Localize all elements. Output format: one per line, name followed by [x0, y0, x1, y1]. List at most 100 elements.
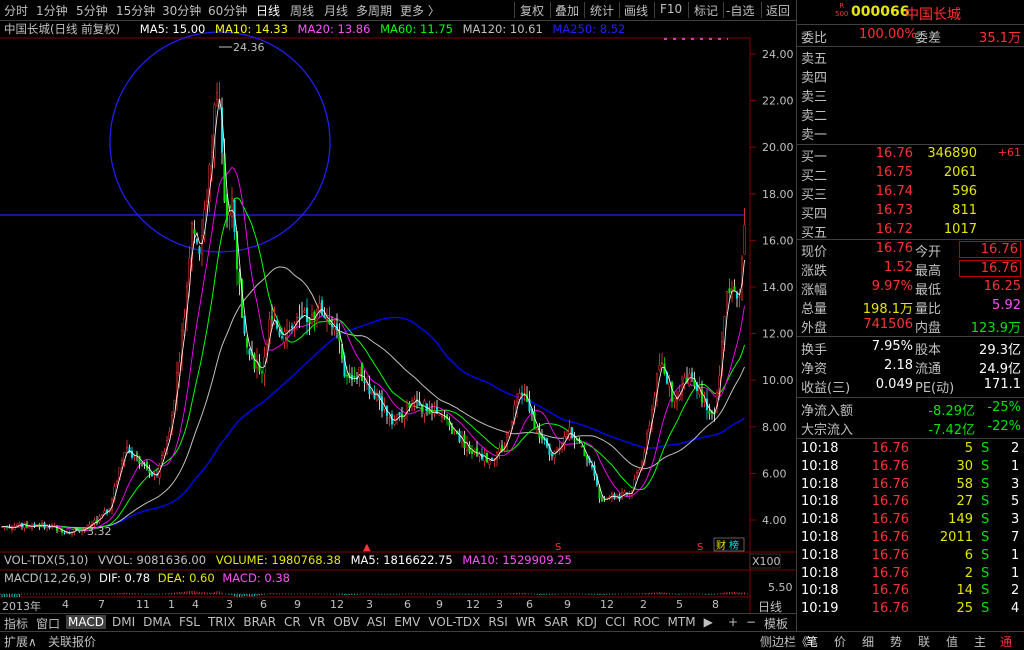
time-axis-label: 12 — [466, 598, 480, 611]
tab-multi-period[interactable]: 多周期 — [356, 2, 392, 19]
expand-button[interactable]: 扩展∧ — [4, 633, 37, 650]
tab-30min[interactable]: 30分钟 — [162, 2, 201, 19]
indicator-tab[interactable]: VOL-TDX — [426, 615, 482, 629]
fundamental-label: 收益(三) — [801, 381, 851, 396]
time-axis-label: 9 — [564, 598, 571, 611]
quote-value: 9.97% — [871, 279, 913, 294]
tick-count: 4 — [1011, 601, 1020, 617]
indicator-tab[interactable]: SAR — [542, 615, 570, 629]
tick-time: 10:18 — [801, 494, 839, 510]
back-button[interactable]: 返回 — [766, 2, 790, 19]
bid-row[interactable]: 买二 16.75 2061 — [799, 165, 1023, 184]
divider — [654, 2, 655, 18]
ask-level-label: 卖四 — [801, 71, 828, 86]
indicator-tab[interactable]: MACD — [66, 615, 107, 629]
indicator-tab[interactable]: WR — [514, 615, 538, 629]
indicator-tab[interactable]: KDJ — [574, 615, 599, 629]
bid-price: 16.74 — [875, 184, 913, 199]
quote-label-2: 量比 — [915, 302, 942, 317]
tab-linked[interactable]: 联 — [918, 633, 930, 650]
indicator-tab[interactable]: BRAR — [241, 615, 278, 629]
quote-label: 现价 — [801, 245, 828, 260]
weibi-value: 100.00% — [859, 27, 917, 42]
indicator-tab[interactable]: MTM — [666, 615, 698, 629]
tab-1min[interactable]: 1分钟 — [36, 2, 68, 19]
tab-main[interactable]: 主 — [974, 633, 986, 650]
indicator-tab[interactable]: ▶ — [702, 615, 715, 629]
indicator-tab[interactable]: DMA — [141, 615, 173, 629]
price-axis-label: 14.00 — [762, 281, 794, 294]
indicator-tab[interactable]: EMV — [392, 615, 422, 629]
tab-15min[interactable]: 15分钟 — [116, 2, 155, 19]
ask-row[interactable]: 卖二 — [799, 105, 1023, 124]
ask-row[interactable]: 卖三 — [799, 86, 1023, 105]
tick-row: 10:18 16.76 2011 S 7 — [799, 530, 1023, 548]
tab-fenshi[interactable]: 分时 — [4, 2, 28, 19]
kline-chart[interactable]: 24.0022.0020.0018.0016.0014.0012.0010.00… — [0, 20, 796, 613]
ask-row[interactable]: 卖一 — [799, 124, 1023, 143]
ask-row[interactable]: 卖五 — [799, 48, 1023, 67]
sidebar-toggle[interactable]: 侧边栏《 — [760, 633, 808, 650]
bid-level-label: 买二 — [801, 169, 828, 184]
flow-amount: -7.42亿 — [928, 423, 975, 438]
price-axis-label: 16.00 — [762, 234, 794, 247]
template-button[interactable]: 模板 — [762, 615, 790, 632]
indicator-tab[interactable]: VR — [307, 615, 328, 629]
ma5-value: MA5: 15.00 — [139, 22, 206, 36]
tab-weekly[interactable]: 周线 — [290, 2, 314, 19]
tab-more[interactable]: 更多 〉 — [400, 2, 440, 19]
tab-monthly[interactable]: 月线 — [324, 2, 348, 19]
ask-row[interactable]: 卖四 — [799, 67, 1023, 86]
tab-trades[interactable]: 笔 — [806, 633, 818, 650]
tick-time: 10:18 — [801, 565, 839, 581]
indicator-tab[interactable]: FSL — [177, 615, 202, 629]
event-marker[interactable]: S — [555, 542, 561, 553]
time-axis-label: 2013年 — [2, 600, 41, 613]
indicator-tab[interactable]: 指标 — [2, 615, 30, 632]
quote-label: 涨跌 — [801, 264, 828, 279]
indicator-tab[interactable]: TRIX — [206, 615, 237, 629]
remove-indicator-button[interactable]: − — [744, 615, 758, 629]
add-indicator-button[interactable]: + — [726, 615, 740, 629]
tab-trend[interactable]: 势 — [890, 633, 902, 650]
bid-volume: 1017 — [943, 222, 977, 237]
tab-5min[interactable]: 5分钟 — [76, 2, 108, 19]
tab-connect[interactable]: 通 — [1000, 633, 1012, 650]
mark-button[interactable]: 标记 — [694, 2, 718, 19]
price-axis-label: 8.00 — [762, 421, 787, 434]
indicator-tab[interactable]: OBV — [331, 615, 361, 629]
fuquan-button[interactable]: 复权 — [520, 2, 544, 19]
tick-price: 16.76 — [871, 547, 909, 563]
indicator-tab[interactable]: CCI — [603, 615, 627, 629]
indicator-tab[interactable]: ASI — [365, 615, 388, 629]
price-axis: 24.00 22.00 20.00 18.00 16.00 14.00 12.00 10.00… — [750, 48, 794, 527]
indicator-tab[interactable]: RSI — [486, 615, 510, 629]
indicator-tab[interactable]: ROC — [631, 615, 661, 629]
tab-detail[interactable]: 细 — [862, 633, 874, 650]
stats-button[interactable]: 统计 — [590, 2, 614, 19]
quote-label-2: 内盘 — [915, 321, 942, 336]
bid-row[interactable]: 买五 16.72 1017 — [799, 222, 1023, 241]
event-marker[interactable]: ▲ — [363, 542, 371, 553]
bid-row[interactable]: 买三 16.74 596 — [799, 184, 1023, 203]
remove-favorite-button[interactable]: -自选 — [726, 2, 754, 19]
indicator-tab[interactable]: DMI — [110, 615, 137, 629]
tab-value[interactable]: 值 — [946, 633, 958, 650]
tick-price: 16.76 — [871, 458, 909, 474]
indicator-tab[interactable]: CR — [282, 615, 303, 629]
draw-line-button[interactable]: 画线 — [624, 2, 648, 19]
related-quotes-button[interactable]: 关联报价 — [48, 633, 96, 650]
tick-row: 10:19 16.76 25 S 4 — [799, 601, 1023, 619]
f10-button[interactable]: F10 — [660, 2, 682, 16]
event-marker[interactable]: S — [697, 542, 703, 553]
overlay-button[interactable]: 叠加 — [555, 2, 579, 19]
vol-ma10-value: MA10: 1529909.25 — [462, 553, 572, 567]
tab-60min[interactable]: 60分钟 — [208, 2, 247, 19]
tab-price[interactable]: 价 — [834, 633, 846, 650]
indicator-tab[interactable]: 窗口 — [34, 615, 62, 632]
dea-value: DEA: 0.60 — [157, 571, 215, 585]
bid-row[interactable]: 买一 16.76 346890 +61 — [799, 146, 1023, 165]
tab-daily[interactable]: 日线 — [256, 2, 280, 19]
bid-row[interactable]: 买四 16.73 811 — [799, 203, 1023, 222]
divider — [761, 2, 762, 18]
